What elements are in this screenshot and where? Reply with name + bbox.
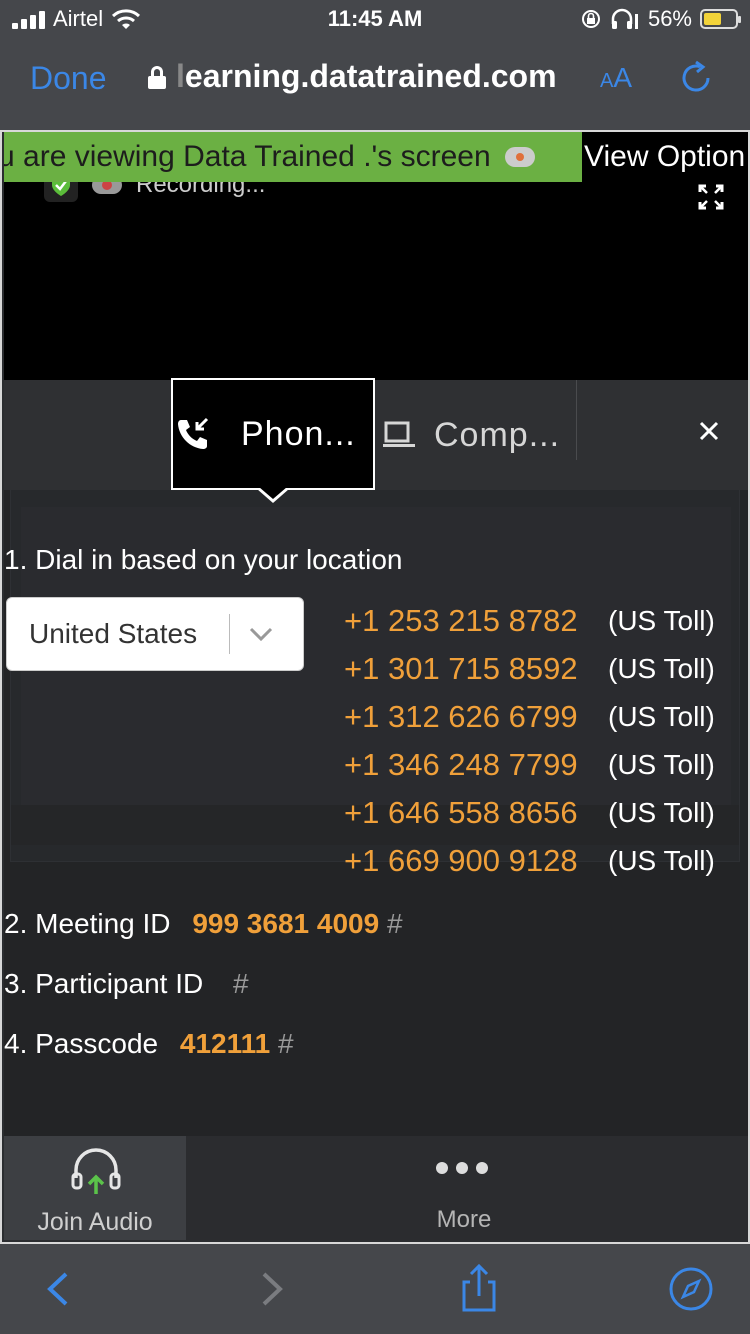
status-bar: Airtel 11:45 AM 56%: [0, 0, 750, 40]
text-size-large-a: A: [613, 62, 633, 93]
country-select[interactable]: United States: [6, 597, 304, 671]
dial-number-row[interactable]: +1 253 215 8782 (US Toll): [344, 597, 744, 645]
join-audio-button[interactable]: Join Audio: [4, 1136, 186, 1240]
fullscreen-icon[interactable]: [698, 184, 724, 210]
tab-pointer: [257, 487, 289, 503]
dial-number-row[interactable]: +1 646 558 8656 (US Toll): [344, 789, 744, 837]
lock-icon: [148, 65, 166, 89]
dial-number-row[interactable]: +1 346 248 7799 (US Toll): [344, 741, 744, 789]
dial-number-type: (US Toll): [608, 653, 715, 684]
share-banner: u are viewing Data Trained .'s screen: [4, 132, 582, 182]
computer-icon: [383, 421, 415, 447]
meeting-id-hash: #: [386, 908, 403, 939]
dial-number[interactable]: +1 301 715 8592: [344, 651, 608, 687]
passcode-label: 4. Passcode: [4, 1028, 159, 1059]
tab-phone-call[interactable]: Phon...: [171, 378, 375, 503]
passcode-hash: #: [278, 1028, 294, 1059]
headphones-join-icon: [71, 1148, 121, 1194]
dial-number-row[interactable]: +1 312 626 6799 (US Toll): [344, 693, 744, 741]
tab-computer-label: Comp...: [434, 415, 561, 454]
browser-bottom-bar: [0, 1244, 750, 1334]
chevron-down-icon: [230, 627, 292, 641]
view-options-button[interactable]: View Option: [582, 132, 748, 182]
dial-number-type: (US Toll): [608, 749, 715, 780]
zoom-web-client: Recording... u are viewing Data Trained …: [4, 132, 748, 1240]
join-audio-label: Join Audio: [37, 1208, 153, 1236]
orientation-lock-icon: [581, 10, 600, 28]
back-icon[interactable]: [30, 1262, 84, 1316]
dial-number-row[interactable]: +1 669 900 9128 (US Toll): [344, 837, 744, 885]
url-faded-prefix: l: [176, 58, 185, 94]
more-button[interactable]: More: [384, 1136, 544, 1240]
audio-tabs: Phon... Comp...: [4, 378, 748, 503]
participant-id-label: 3. Participant ID: [4, 968, 204, 999]
status-right: 56%: [580, 6, 741, 32]
dial-number[interactable]: +1 253 215 8782: [344, 603, 608, 639]
compass-icon[interactable]: [664, 1262, 718, 1316]
meeting-id-label: 2. Meeting ID: [4, 908, 171, 939]
battery-percent: 56%: [647, 6, 692, 31]
passcode-value: 412111: [179, 1028, 271, 1059]
phone-call-icon: [178, 417, 209, 449]
dial-step-4: 4. Passcode 412111 #: [4, 1028, 294, 1060]
dial-number[interactable]: +1 312 626 6799: [344, 699, 608, 735]
text-size-button[interactable]: AA: [600, 62, 632, 94]
text-size-small-a: A: [600, 70, 614, 92]
cloud-recording-icon: [504, 147, 535, 167]
close-icon[interactable]: [694, 416, 724, 446]
dial-number[interactable]: +1 669 900 9128: [344, 843, 608, 879]
dial-number-type: (US Toll): [608, 701, 715, 732]
share-banner-text: u are viewing Data Trained .'s screen: [4, 140, 491, 173]
dial-number-row[interactable]: +1 301 715 8592 (US Toll): [344, 645, 744, 693]
dial-number-type: (US Toll): [608, 605, 715, 636]
dial-number[interactable]: +1 646 558 8656: [344, 795, 608, 831]
dial-number-type: (US Toll): [608, 845, 715, 876]
url-text: earning.datatrained.com: [184, 58, 557, 94]
participant-id-hash: #: [232, 968, 249, 999]
browser-top-bar: Done l earning.datatrained.com AA: [0, 40, 750, 130]
meeting-toolbar: Join Audio More: [4, 1136, 748, 1240]
reload-icon[interactable]: [676, 58, 716, 98]
battery-icon: [700, 9, 741, 29]
address-bar[interactable]: l earning.datatrained.com: [148, 58, 557, 95]
dial-number[interactable]: +1 346 248 7799: [344, 747, 608, 783]
dial-step-3: 3. Participant ID #: [4, 968, 249, 1000]
forward-icon[interactable]: [246, 1262, 300, 1316]
meeting-id-value: 999 3681 4009: [192, 908, 380, 939]
dial-number-type: (US Toll): [608, 797, 715, 828]
dial-step-1: 1. Dial in based on your location: [4, 544, 403, 575]
more-dots-icon: [436, 1162, 488, 1174]
country-select-value: United States: [29, 618, 198, 649]
done-button[interactable]: Done: [30, 60, 107, 97]
more-label: More: [436, 1206, 492, 1233]
tab-computer-audio[interactable]: Comp...: [376, 380, 560, 490]
dial-step-2: 2. Meeting ID 999 3681 4009 #: [4, 908, 403, 940]
headphones-icon: [611, 8, 638, 29]
dial-in-numbers: +1 253 215 8782 (US Toll) +1 301 715 8592…: [344, 597, 744, 885]
share-icon[interactable]: [452, 1262, 506, 1316]
tab-phone-label: Phon...: [241, 414, 356, 453]
tab-divider: [576, 380, 577, 460]
